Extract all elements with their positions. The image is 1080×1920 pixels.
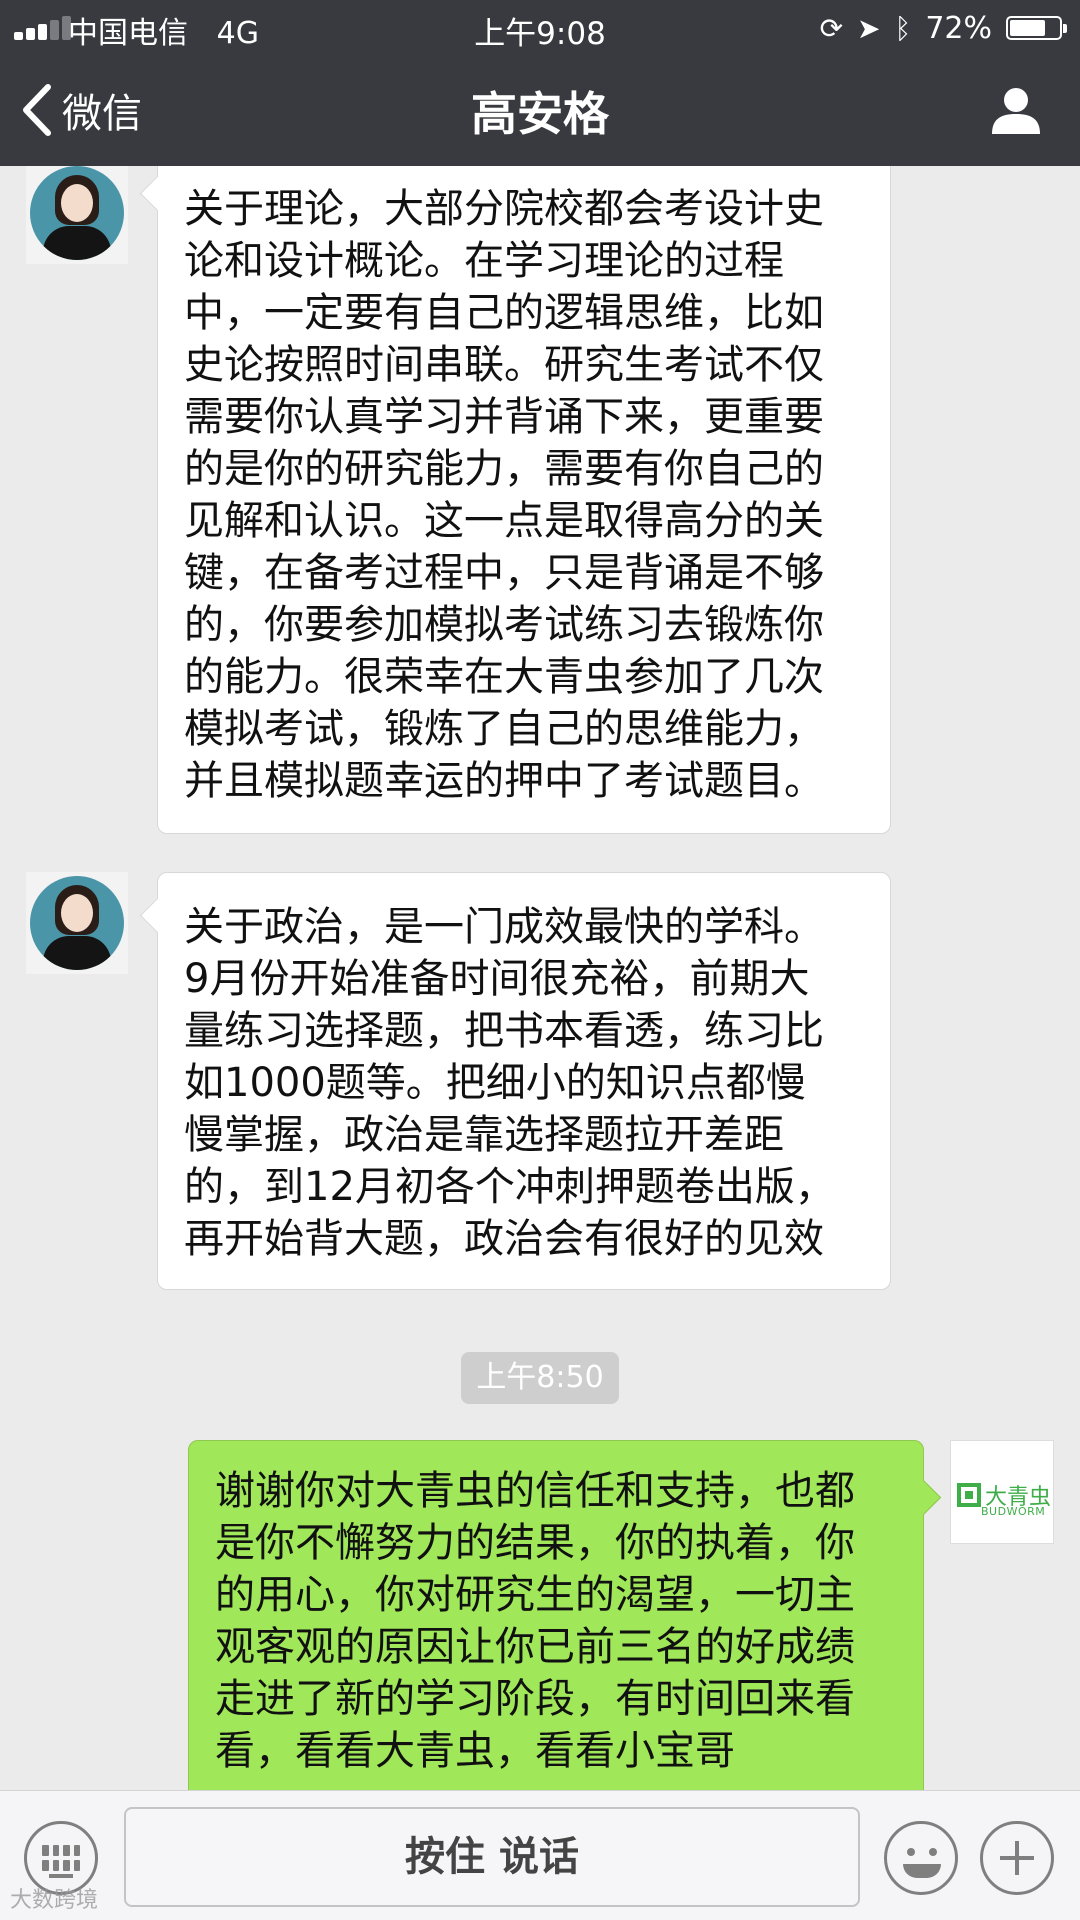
message-line: 走进了新的学习阶段，有时间回来看 (215, 1676, 855, 1722)
rotation-lock-icon: ⟳ (819, 11, 844, 45)
budworm-logo-icon (957, 1483, 981, 1507)
hold-to-talk-button[interactable]: 按住 说话 (124, 1807, 860, 1907)
message-line: 看，看看大青虫，看看小宝哥 (215, 1728, 735, 1774)
message-line: 见解和认识。这一点是取得高分的关 (184, 498, 824, 544)
message-line: 再开始背大题，政治会有很好的见效 (184, 1216, 824, 1262)
more-options-button[interactable] (980, 1821, 1054, 1895)
message-line: 关于政治，是一门成效最快的学科。 (184, 904, 824, 950)
chat-area[interactable]: 关于理论，大部分院校都会考设计史 论和设计概论。在学习理论的过程 中，一定要有自… (0, 166, 1080, 1790)
message-line: 需要你认真学习并背诵下来，更重要 (184, 394, 824, 440)
message-line: 的是你的研究能力，需要有你自己的 (184, 446, 824, 492)
message-line: 关于理论，大部分院校都会考设计史 (184, 186, 824, 232)
message-line: 的用心，你对研究生的渴望，一切主 (215, 1572, 855, 1618)
message-bubble-sent[interactable]: 谢谢你对大青虫的信任和支持，也都 是你不懈努力的结果，你的执着，你 的用心，你对… (188, 1440, 924, 1790)
emoji-button[interactable] (884, 1821, 958, 1895)
message-line: 的，到12月初各个冲刺押题卷出版， (184, 1164, 835, 1210)
message-line: 的，你要参加模拟考试练习去锻炼你 (184, 602, 824, 648)
message-line: 史论按照时间串联。研究生考试不仅 (184, 342, 824, 388)
contact-avatar[interactable] (26, 166, 128, 264)
battery-percent: 72% (925, 10, 992, 46)
message-line: 谢谢你对大青虫的信任和支持，也都 (215, 1468, 855, 1514)
nav-bar: 微信 高安格 (0, 54, 1080, 166)
battery-icon (1006, 16, 1067, 40)
my-avatar[interactable]: 大青虫 BUDWORM (950, 1440, 1054, 1544)
status-icons: ⟳ ➤ ᛒ 72% (819, 8, 1067, 48)
timestamp-divider: 上午8:50 (461, 1352, 619, 1404)
message-line: 慢掌握，政治是靠选择题拉开差距 (184, 1112, 784, 1158)
message-line: 是你不懈努力的结果，你的执着，你 (215, 1520, 855, 1566)
input-bar: 按住 说话 大数跨境 (0, 1790, 1080, 1920)
contact-info-icon[interactable] (990, 84, 1042, 136)
brand-logo-en: BUDWORM (981, 1505, 1046, 1518)
message-line: 如1000题等。把细小的知识点都慢 (184, 1060, 806, 1106)
message-line: 量练习选择题，把书本看透，练习比 (184, 1008, 824, 1054)
message-line: 中，一定要有自己的逻辑思维，比如 (184, 290, 824, 336)
keyboard-icon (42, 1845, 80, 1871)
message-bubble-received[interactable]: 关于理论，大部分院校都会考设计史 论和设计概论。在学习理论的过程 中，一定要有自… (157, 166, 891, 834)
message-line: 论和设计概论。在学习理论的过程 (184, 238, 784, 284)
message-line: 的能力。很荣幸在大青虫参加了几次 (184, 654, 824, 700)
chat-title: 高安格 (471, 87, 609, 141)
message-line: 并且模拟题幸运的押中了考试题目。 (184, 758, 824, 804)
message-line: 模拟考试，锻炼了自己的思维能力， (184, 706, 824, 752)
status-bar: 中国电信 4G 上午9:08 ⟳ ➤ ᛒ 72% (0, 0, 1080, 54)
message-line: 观客观的原因让你已前三名的好成绩 (215, 1624, 855, 1670)
message-bubble-received[interactable]: 关于政治，是一门成效最快的学科。 9月份开始准备时间很充裕，前期大 量练习选择题… (157, 872, 891, 1290)
contact-avatar[interactable] (26, 872, 128, 974)
bluetooth-icon: ᛒ (894, 11, 912, 45)
watermark: 大数跨境 (10, 1888, 99, 1913)
emoji-icon (907, 1848, 915, 1856)
message-line: 键，在备考过程中，只是背诵是不够 (184, 550, 824, 596)
top-bar: 中国电信 4G 上午9:08 ⟳ ➤ ᛒ 72% 微信 高安格 (0, 0, 1080, 166)
location-icon: ➤ (857, 11, 881, 45)
message-line: 9月份开始准备时间很充裕，前期大 (184, 956, 810, 1002)
